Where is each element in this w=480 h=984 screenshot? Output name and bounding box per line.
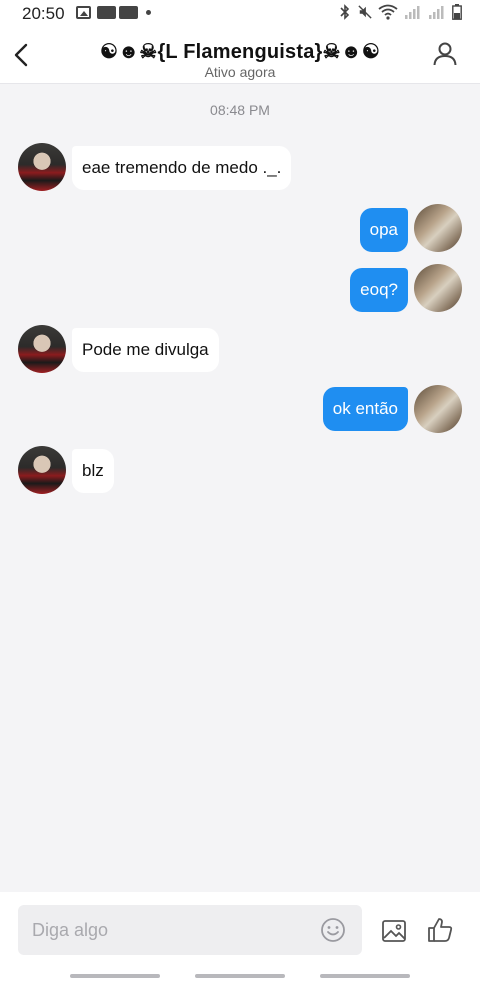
user-avatar[interactable] <box>414 204 462 252</box>
system-nav-bar <box>0 968 480 984</box>
incoming-message[interactable]: Pode me divulga <box>72 328 219 372</box>
dot-icon <box>146 10 151 15</box>
nav-home-handle[interactable] <box>195 974 285 978</box>
nav-recent-handle[interactable] <box>70 974 160 978</box>
message-timestamp: 08:48 PM <box>210 102 270 118</box>
thumbs-up-icon[interactable] <box>426 916 454 944</box>
status-icons <box>338 4 462 20</box>
image-icon[interactable] <box>381 918 407 944</box>
message-composer <box>0 892 480 968</box>
chat-status: Ativo agora <box>204 64 276 80</box>
contact-avatar[interactable] <box>18 325 66 373</box>
outgoing-message[interactable]: eoq? <box>350 268 408 312</box>
user-avatar[interactable] <box>414 385 462 433</box>
mute-icon <box>358 5 372 19</box>
emoji-icon[interactable] <box>320 917 346 943</box>
chat-title: ☯☻☠{L Flamenguista}☠☻☯ <box>99 41 381 63</box>
battery-icon <box>452 4 462 20</box>
incoming-message[interactable]: eae tremendo de medo ._. <box>72 146 292 190</box>
gallery-icon <box>76 6 91 19</box>
contact-avatar[interactable] <box>18 143 66 191</box>
chip-icon <box>119 6 138 19</box>
outgoing-message[interactable]: opa <box>359 208 408 252</box>
back-arrow-icon[interactable] <box>8 40 38 70</box>
incoming-message[interactable]: blz <box>72 449 114 493</box>
message-input-box[interactable] <box>18 905 362 955</box>
user-avatar[interactable] <box>414 264 462 312</box>
status-bar: 20:50 <box>0 0 480 28</box>
status-time: 20:50 <box>22 4 65 23</box>
signal-icon <box>429 6 444 19</box>
bluetooth-icon <box>340 4 350 20</box>
wifi-icon <box>378 4 398 20</box>
message-list[interactable]: 08:48 PM eae tremendo de medo ._. opa eo… <box>0 85 480 892</box>
chat-header: ☯☻☠{L Flamenguista}☠☻☯ Ativo agora <box>0 28 480 84</box>
message-input[interactable] <box>32 905 312 955</box>
contact-avatar[interactable] <box>18 446 66 494</box>
profile-icon[interactable] <box>432 41 458 67</box>
outgoing-message[interactable]: ok então <box>322 387 408 431</box>
nav-back-handle[interactable] <box>320 974 410 978</box>
chip-icon <box>97 6 116 19</box>
signal-icon <box>405 6 420 19</box>
